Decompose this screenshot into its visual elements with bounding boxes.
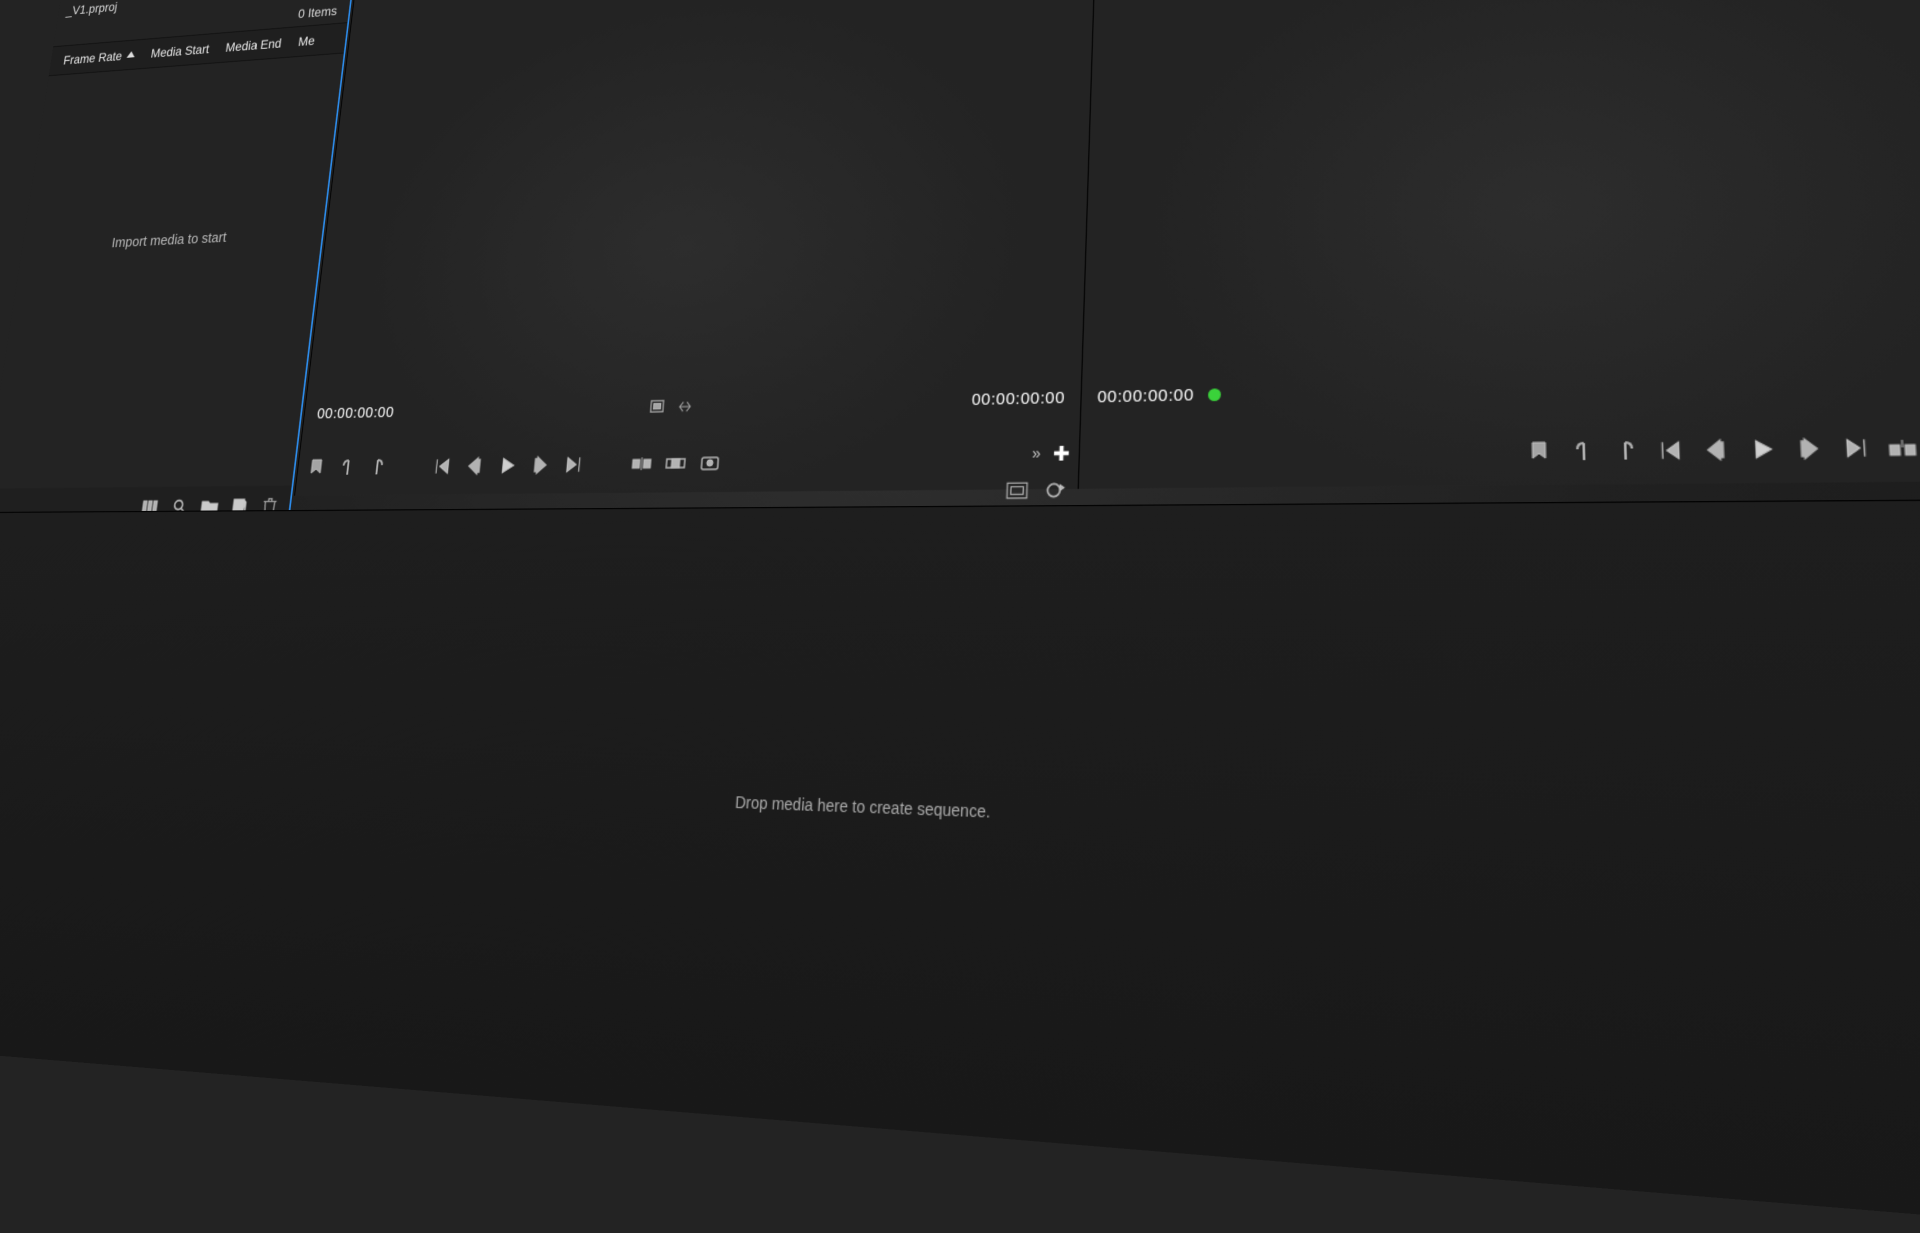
column-media-end[interactable]: Media End (216, 33, 291, 57)
go-to-out-icon[interactable] (1841, 437, 1870, 460)
insert-icon[interactable] (631, 454, 652, 474)
fit-icon[interactable] (648, 399, 665, 414)
project-empty-hint: Import media to start (111, 229, 228, 251)
step-back-icon[interactable] (465, 456, 486, 475)
lift-icon[interactable] (1888, 436, 1917, 459)
project-item-count: 0 Items (297, 3, 338, 21)
mark-in-icon[interactable] (1569, 440, 1595, 462)
column-frame-rate[interactable]: Frame Rate (54, 45, 144, 70)
safe-margins-icon[interactable] (1006, 480, 1029, 501)
search-icon[interactable] (170, 498, 190, 516)
program-monitor: 00:00:00:00 (1078, 0, 1920, 489)
program-timecode-left[interactable]: 00:00:00:00 (1097, 386, 1194, 407)
go-to-in-icon[interactable] (1658, 439, 1685, 461)
export-frame-icon[interactable] (699, 453, 721, 473)
add-marker-icon[interactable] (306, 459, 326, 478)
trash-icon[interactable] (260, 497, 280, 515)
mark-out-icon[interactable] (368, 458, 388, 477)
add-marker-icon[interactable] (1526, 441, 1552, 463)
loop-icon[interactable] (1043, 480, 1066, 501)
play-icon[interactable] (1748, 438, 1776, 461)
monitors-area: 00:00:00:00 00:00:00:00 (294, 0, 1920, 496)
source-timecode-right: 00:00:00:00 (971, 388, 1065, 409)
new-item-icon[interactable] (229, 497, 249, 515)
new-bin-icon[interactable] (200, 497, 220, 515)
settings-icon[interactable] (676, 399, 693, 414)
play-icon[interactable] (497, 456, 518, 475)
timeline-empty-hint: Drop media here to create sequence. (735, 792, 991, 820)
mark-out-icon[interactable] (1613, 440, 1640, 462)
list-view-icon[interactable] (141, 498, 161, 516)
program-transport (1091, 434, 1920, 468)
go-to-out-icon[interactable] (562, 455, 583, 474)
source-monitor: 00:00:00:00 00:00:00:00 (294, 0, 1095, 496)
source-transport: » ✚ (306, 448, 1068, 477)
source-timecode-left[interactable]: 00:00:00:00 (316, 404, 395, 423)
step-back-icon[interactable] (1703, 439, 1731, 462)
overwrite-icon[interactable] (665, 454, 687, 474)
source-canvas[interactable] (308, 0, 1095, 385)
step-forward-icon[interactable] (1794, 437, 1822, 460)
button-editor-add-icon[interactable]: ✚ (1052, 442, 1070, 466)
project-toolbar (0, 486, 292, 528)
mark-in-icon[interactable] (337, 458, 357, 477)
column-media-duration[interactable]: Me (289, 30, 325, 51)
button-editor-overflow-icon[interactable]: » (1032, 444, 1041, 462)
program-canvas[interactable] (1083, 0, 1920, 365)
step-forward-icon[interactable] (529, 455, 550, 474)
column-media-start[interactable]: Media Start (142, 39, 219, 63)
go-to-in-icon[interactable] (433, 457, 454, 476)
dropped-frame-indicator-icon (1208, 388, 1221, 401)
timeline-panel[interactable]: Drop media here to create sequence. (0, 499, 1920, 1233)
